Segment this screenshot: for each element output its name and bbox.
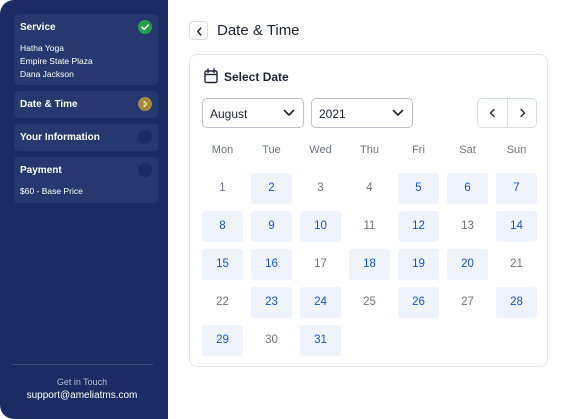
- calendar-day-available[interactable]: 12: [398, 211, 439, 242]
- step-date-time[interactable]: Date & Time: [14, 91, 158, 118]
- step-title: Service: [20, 22, 56, 33]
- calendar-day-unavailable: 22: [216, 296, 229, 308]
- calendar-day-available[interactable]: 9: [251, 211, 292, 242]
- calendar-day-unavailable: 3: [317, 182, 324, 194]
- calendar-day-available[interactable]: 7: [496, 173, 537, 204]
- calendar-day-available[interactable]: 2: [251, 173, 292, 204]
- step-detail-location: Empire State Plaza: [20, 56, 93, 66]
- step-detail-employee: Dana Jackson: [20, 69, 74, 79]
- calendar-day-unavailable: 1: [219, 182, 226, 194]
- month-select[interactable]: August: [202, 98, 304, 128]
- calendar-day-available[interactable]: 28: [496, 287, 537, 318]
- calendar-day-available[interactable]: 23: [251, 287, 292, 318]
- calendar-day-available[interactable]: 24: [300, 287, 341, 318]
- chevron-down-icon: [283, 109, 295, 116]
- calendar-day-available[interactable]: 29: [202, 325, 243, 356]
- calendar-day-unavailable: 4: [366, 182, 373, 194]
- select-date-heading: Select Date: [224, 70, 289, 84]
- weekday-label: Sun: [506, 144, 527, 156]
- calendar-day-unavailable: 30: [265, 334, 278, 346]
- calendar-day-available[interactable]: 19: [398, 249, 439, 280]
- chevron-right-icon: [520, 108, 526, 118]
- calendar-day-available[interactable]: 16: [251, 249, 292, 280]
- step-title: Date & Time: [20, 99, 78, 110]
- year-select[interactable]: 2021: [311, 98, 413, 128]
- step-title: Your Information: [20, 132, 100, 143]
- calendar-day-available[interactable]: 18: [349, 249, 390, 280]
- step-your-information[interactable]: Your Information: [14, 124, 158, 151]
- back-button[interactable]: [189, 21, 208, 40]
- weekday-label: Fri: [412, 144, 425, 156]
- calendar-day-unavailable: 25: [363, 296, 376, 308]
- calendar-day-unavailable: 13: [461, 220, 474, 232]
- step-payment[interactable]: Payment $60 - Base Price: [14, 157, 158, 203]
- step-pending-dot: [138, 163, 152, 177]
- next-month-button[interactable]: [508, 99, 537, 127]
- weekday-label: Mon: [211, 144, 234, 156]
- support-email-link[interactable]: support@ameliatms.com: [0, 390, 164, 401]
- calendar-day-available[interactable]: 5: [398, 173, 439, 204]
- footer-title: Get in Touch: [56, 377, 108, 387]
- previous-month-button[interactable]: [478, 99, 507, 127]
- step-service[interactable]: Service Hatha Yoga Empire State Plaza Da…: [14, 14, 158, 85]
- sidebar: Service Hatha Yoga Empire State Plaza Da…: [0, 0, 168, 419]
- page-title: Date & Time: [217, 22, 300, 39]
- step-pending-dot: [138, 130, 152, 144]
- chevron-left-icon: [197, 27, 202, 36]
- weekday-label: Wed: [309, 144, 332, 156]
- calendar-day-unavailable: 17: [314, 258, 327, 270]
- date-picker-card: Select Date August 2021 Mon Tue Wed Thu Fri S…: [189, 54, 548, 367]
- weekday-label: Sat: [459, 144, 476, 156]
- calendar-day-available[interactable]: 6: [447, 173, 488, 204]
- month-select-value: August: [210, 107, 248, 121]
- sidebar-divider: [12, 364, 153, 365]
- calendar-day-available[interactable]: 15: [202, 249, 243, 280]
- year-select-value: 2021: [319, 107, 346, 121]
- calendar-icon: [204, 68, 218, 84]
- calendar-day-unavailable: 11: [363, 220, 376, 232]
- booking-widget: Service Hatha Yoga Empire State Plaza Da…: [0, 0, 562, 419]
- check-icon: [138, 20, 152, 34]
- chevron-down-icon: [392, 109, 404, 116]
- calendar-day-available[interactable]: 26: [398, 287, 439, 318]
- calendar-day-available[interactable]: 8: [202, 211, 243, 242]
- calendar-day-available[interactable]: 20: [447, 249, 488, 280]
- chevron-right-icon: [138, 97, 152, 111]
- calendar-day-unavailable: 27: [461, 296, 474, 308]
- calendar-day-available[interactable]: 31: [300, 325, 341, 356]
- weekday-label: Thu: [360, 144, 379, 156]
- calendar-day-unavailable: 21: [510, 258, 523, 270]
- calendar-day-available[interactable]: 14: [496, 211, 537, 242]
- calendar-day-available[interactable]: 10: [300, 211, 341, 242]
- step-title: Payment: [20, 165, 62, 176]
- step-detail-service: Hatha Yoga: [20, 43, 64, 53]
- month-navigation: [477, 98, 537, 128]
- chevron-left-icon: [489, 108, 495, 118]
- weekday-label: Tue: [262, 144, 281, 156]
- step-detail-price: $60 - Base Price: [20, 186, 83, 196]
